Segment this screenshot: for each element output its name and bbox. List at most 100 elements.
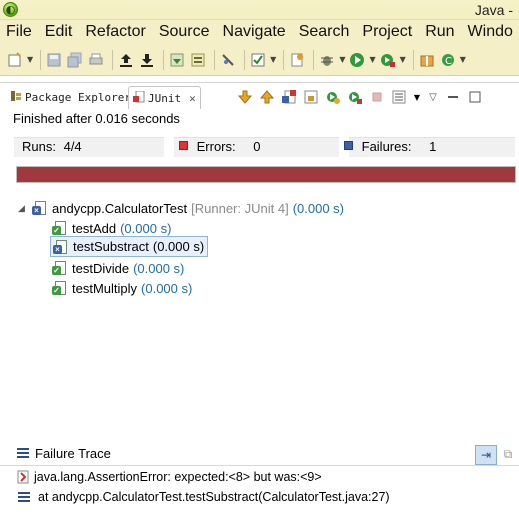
junit-view-toolbar: ▼ ▽ [236, 88, 488, 106]
build-down-icon[interactable] [168, 49, 186, 71]
toolbar-separator [313, 49, 315, 70]
run-dropdown-icon[interactable]: ▼ [369, 55, 375, 64]
runs-value: 4/4 [63, 139, 82, 154]
eclipse-logo-icon: ◐ [3, 2, 18, 17]
menu-project[interactable]: Project [355, 23, 412, 41]
show-failures-only-icon[interactable] [280, 88, 298, 106]
menu-source[interactable]: Source [152, 23, 210, 41]
next-failure-icon[interactable] [236, 88, 254, 106]
toolbar-separator [283, 49, 285, 70]
runs-label: Runs: [22, 139, 56, 154]
filter-stack-trace-icon[interactable]: ⇥ [475, 445, 497, 465]
maximize-icon[interactable] [466, 88, 484, 106]
menu-file[interactable]: File [0, 23, 32, 41]
suite-name: andycpp.CalculatorTest [52, 200, 188, 216]
window-title: Java - [474, 2, 513, 18]
menu-edit[interactable]: Edit [38, 23, 73, 41]
new-package-icon[interactable] [418, 49, 436, 71]
upload-icon[interactable] [117, 49, 135, 71]
test-run-history-icon[interactable] [390, 88, 408, 106]
test-progress-bar [16, 166, 516, 183]
run-status: Finished after 0.016 seconds [13, 111, 180, 126]
compare-result-icon[interactable]: ⧉ [500, 447, 516, 463]
external-tools-dropdown-icon[interactable]: ▼ [400, 55, 406, 64]
scroll-lock-icon[interactable] [302, 88, 320, 106]
test-failed-icon: × [53, 239, 69, 255]
menu-refactor[interactable]: Refactor [78, 23, 145, 41]
print-icon[interactable] [87, 49, 105, 71]
download-icon[interactable] [138, 49, 156, 71]
external-tools-icon[interactable] [379, 49, 397, 71]
task-check-icon[interactable] [249, 49, 267, 71]
tree-test-row-selected[interactable]: × testSubstract (0.000 s) [50, 236, 209, 257]
view-menu-icon[interactable]: ▽ [426, 88, 440, 106]
tree-test-row[interactable]: ✓ testDivide (0.000 s) [52, 258, 184, 278]
tab-package-explorer-label: Package Explorer [25, 91, 131, 104]
toolbar-separator [112, 49, 114, 70]
minimize-icon[interactable] [444, 88, 462, 106]
skip-breakpoints-icon[interactable] [219, 49, 237, 71]
failures-value: 1 [429, 139, 437, 154]
main-toolbar: ▼ ▼ ▼ ▼ ▼ C ▼ [0, 44, 519, 76]
failure-icon [344, 141, 353, 150]
terminal-icon[interactable] [189, 49, 207, 71]
menu-search[interactable]: Search [292, 23, 350, 41]
toolbar-separator [214, 49, 216, 70]
stack-trace-icon [17, 448, 29, 458]
menu-navigate[interactable]: Navigate [216, 23, 286, 41]
menu-bar: File Edit Refactor Source Navigate Searc… [0, 20, 519, 44]
run-icon[interactable] [348, 49, 366, 71]
error-icon [179, 141, 188, 150]
tree-test-row[interactable]: ✓ testAdd (0.000 s) [52, 218, 171, 238]
save-all-icon[interactable] [66, 49, 84, 71]
new-class-dropdown-icon[interactable]: ▼ [460, 55, 466, 64]
stop-icon[interactable] [368, 88, 386, 106]
debug-icon[interactable] [318, 49, 336, 71]
failures-label: Failures: [361, 139, 412, 154]
trace-line[interactable]: at andycpp.CalculatorTest.testSubstract(… [38, 490, 390, 504]
new-dropdown-icon[interactable]: ▼ [27, 55, 33, 64]
rerun-failures-first-icon[interactable] [346, 88, 364, 106]
tree-suite-row[interactable]: ◢ × andycpp.CalculatorTest [Runner: JUni… [18, 198, 344, 218]
test-time: (0.000 s) [133, 260, 185, 276]
errors-counter: Errors: 0 [179, 139, 260, 154]
exception-icon [17, 470, 29, 484]
close-icon[interactable]: ✕ [189, 92, 196, 105]
debug-dropdown-icon[interactable]: ▼ [339, 55, 345, 64]
menu-run[interactable]: Run [418, 23, 454, 41]
tab-package-explorer[interactable]: Package Explorer [6, 86, 135, 109]
toolbar-separator [412, 49, 414, 70]
save-icon[interactable] [45, 49, 63, 71]
trace-line[interactable]: java.lang.AssertionError: expected:<8> b… [34, 470, 322, 484]
tab-junit[interactable]: JUnit ✕ [128, 86, 201, 109]
task-dropdown-icon[interactable]: ▼ [270, 55, 276, 64]
previous-failure-icon[interactable] [258, 88, 276, 106]
test-passed-icon: ✓ [52, 280, 68, 296]
new-class-icon[interactable]: C [439, 49, 457, 71]
toolbar-separator [244, 49, 246, 70]
test-suite-icon: × [32, 200, 48, 216]
test-name: testAdd [72, 220, 117, 236]
test-passed-icon: ✓ [52, 220, 68, 236]
tree-test-row[interactable]: ✓ testMultiply (0.000 s) [52, 278, 192, 298]
divider [0, 465, 519, 466]
open-type-icon[interactable] [288, 49, 306, 71]
test-time: (0.000 s) [120, 220, 172, 236]
runs-counter: Runs: 4/4 [22, 139, 82, 154]
test-passed-icon: ✓ [52, 260, 68, 276]
rerun-test-icon[interactable] [324, 88, 342, 106]
suite-runner: [Runner: JUnit 4] [191, 200, 289, 216]
new-icon[interactable] [6, 49, 24, 71]
title-bar: ◐ Java - [0, 0, 519, 20]
svg-text:C: C [445, 56, 452, 67]
package-explorer-icon [10, 90, 22, 105]
view-tab-bar: Package Explorer JUnit ✕ ▼ ▽ [0, 82, 519, 109]
errors-label: Errors: [196, 139, 236, 154]
test-name: testDivide [72, 260, 130, 276]
menu-window[interactable]: Windo [461, 23, 513, 41]
failure-trace-title: Failure Trace [35, 446, 111, 461]
stack-frame-icon [18, 492, 30, 502]
history-dropdown-icon[interactable]: ▼ [412, 88, 422, 106]
suite-time: (0.000 s) [292, 200, 344, 216]
collapse-icon[interactable]: ◢ [18, 203, 28, 214]
